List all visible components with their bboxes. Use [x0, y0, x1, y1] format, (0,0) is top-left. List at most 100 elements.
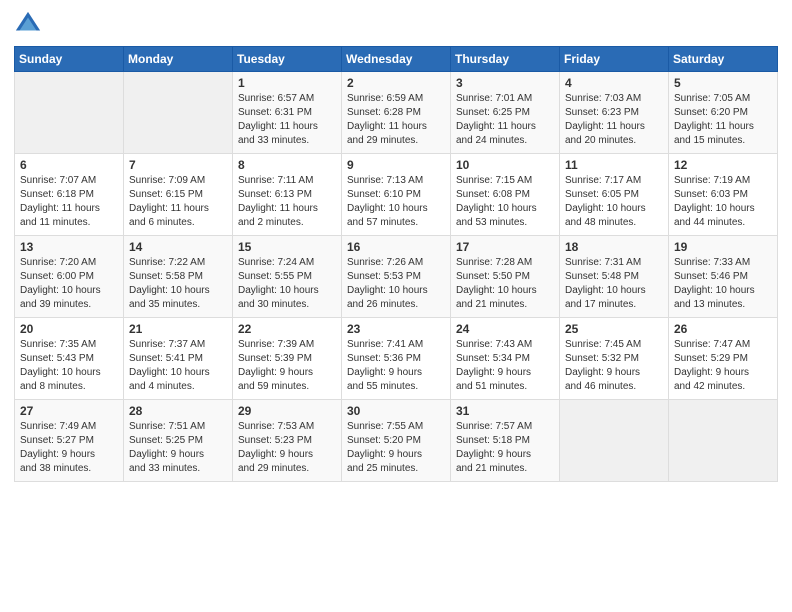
day-number: 25: [565, 322, 663, 336]
day-info: Sunrise: 7:09 AM Sunset: 6:15 PM Dayligh…: [129, 174, 227, 230]
day-number: 26: [674, 322, 772, 336]
day-info: Sunrise: 7:57 AM Sunset: 5:18 PM Dayligh…: [456, 420, 554, 476]
day-cell: 31Sunrise: 7:57 AM Sunset: 5:18 PM Dayli…: [451, 400, 560, 482]
day-cell: 4Sunrise: 7:03 AM Sunset: 6:23 PM Daylig…: [560, 72, 669, 154]
week-row-1: 6 Sunrise: 7:07 AM Sunset: 6:18 PM Daylig…: [15, 154, 778, 236]
day-cell: 8 Sunrise: 7:11 AM Sunset: 6:13 PM Daylig…: [233, 154, 342, 236]
day-cell: 28 Sunrise: 7:51 AM Sunset: 5:25 PM Dayli…: [124, 400, 233, 482]
day-number: 2: [347, 76, 445, 90]
header: [14, 10, 778, 38]
day-cell: 18 Sunrise: 7:31 AM Sunset: 5:48 PM Dayli…: [560, 236, 669, 318]
day-number: 7: [129, 158, 227, 172]
day-cell: [560, 400, 669, 482]
day-cell: 25Sunrise: 7:45 AM Sunset: 5:32 PM Dayli…: [560, 318, 669, 400]
day-number: 22: [238, 322, 336, 336]
logo: [14, 10, 46, 38]
day-number: 3: [456, 76, 554, 90]
day-info: Sunrise: 7:37 AM Sunset: 5:41 PM Dayligh…: [129, 338, 227, 394]
day-info: Sunrise: 7:19 AM Sunset: 6:03 PM Dayligh…: [674, 174, 772, 230]
header-tuesday: Tuesday: [233, 47, 342, 72]
day-cell: 15 Sunrise: 7:24 AM Sunset: 5:55 PM Dayli…: [233, 236, 342, 318]
day-info: Sunrise: 7:43 AM Sunset: 5:34 PM Dayligh…: [456, 338, 554, 394]
day-number: 10: [456, 158, 554, 172]
day-cell: 16 Sunrise: 7:26 AM Sunset: 5:53 PM Dayli…: [342, 236, 451, 318]
day-cell: 5Sunrise: 7:05 AM Sunset: 6:20 PM Daylig…: [669, 72, 778, 154]
day-number: 29: [238, 404, 336, 418]
header-sunday: Sunday: [15, 47, 124, 72]
day-number: 19: [674, 240, 772, 254]
day-info: Sunrise: 7:22 AM Sunset: 5:58 PM Dayligh…: [129, 256, 227, 312]
day-number: 11: [565, 158, 663, 172]
day-info: Sunrise: 7:49 AM Sunset: 5:27 PM Dayligh…: [20, 420, 118, 476]
day-number: 12: [674, 158, 772, 172]
week-row-3: 20 Sunrise: 7:35 AM Sunset: 5:43 PM Dayli…: [15, 318, 778, 400]
day-cell: 14 Sunrise: 7:22 AM Sunset: 5:58 PM Dayli…: [124, 236, 233, 318]
day-number: 17: [456, 240, 554, 254]
day-number: 20: [20, 322, 118, 336]
day-cell: 22 Sunrise: 7:39 AM Sunset: 5:39 PM Dayli…: [233, 318, 342, 400]
day-cell: 1Sunrise: 6:57 AM Sunset: 6:31 PM Daylig…: [233, 72, 342, 154]
day-cell: 30 Sunrise: 7:55 AM Sunset: 5:20 PM Dayli…: [342, 400, 451, 482]
day-info: Sunrise: 6:59 AM Sunset: 6:28 PM Dayligh…: [347, 92, 445, 148]
day-number: 21: [129, 322, 227, 336]
day-info: Sunrise: 7:41 AM Sunset: 5:36 PM Dayligh…: [347, 338, 445, 394]
week-row-2: 13 Sunrise: 7:20 AM Sunset: 6:00 PM Dayli…: [15, 236, 778, 318]
day-info: Sunrise: 7:33 AM Sunset: 5:46 PM Dayligh…: [674, 256, 772, 312]
day-cell: 27 Sunrise: 7:49 AM Sunset: 5:27 PM Dayli…: [15, 400, 124, 482]
day-number: 8: [238, 158, 336, 172]
day-cell: 17 Sunrise: 7:28 AM Sunset: 5:50 PM Dayli…: [451, 236, 560, 318]
day-info: Sunrise: 7:07 AM Sunset: 6:18 PM Dayligh…: [20, 174, 118, 230]
day-cell: [669, 400, 778, 482]
day-cell: 24 Sunrise: 7:43 AM Sunset: 5:34 PM Dayli…: [451, 318, 560, 400]
calendar-table: SundayMondayTuesdayWednesdayThursdayFrid…: [14, 46, 778, 482]
day-info: Sunrise: 7:24 AM Sunset: 5:55 PM Dayligh…: [238, 256, 336, 312]
day-cell: 6 Sunrise: 7:07 AM Sunset: 6:18 PM Daylig…: [15, 154, 124, 236]
day-info: Sunrise: 7:35 AM Sunset: 5:43 PM Dayligh…: [20, 338, 118, 394]
day-info: Sunrise: 7:55 AM Sunset: 5:20 PM Dayligh…: [347, 420, 445, 476]
day-cell: 23Sunrise: 7:41 AM Sunset: 5:36 PM Dayli…: [342, 318, 451, 400]
day-info: Sunrise: 7:05 AM Sunset: 6:20 PM Dayligh…: [674, 92, 772, 148]
logo-icon: [14, 10, 42, 38]
day-info: Sunrise: 7:01 AM Sunset: 6:25 PM Dayligh…: [456, 92, 554, 148]
day-cell: [15, 72, 124, 154]
day-info: Sunrise: 7:17 AM Sunset: 6:05 PM Dayligh…: [565, 174, 663, 230]
day-number: 28: [129, 404, 227, 418]
day-cell: 21 Sunrise: 7:37 AM Sunset: 5:41 PM Dayli…: [124, 318, 233, 400]
day-cell: 2 Sunrise: 6:59 AM Sunset: 6:28 PM Daylig…: [342, 72, 451, 154]
day-cell: [124, 72, 233, 154]
day-info: Sunrise: 7:13 AM Sunset: 6:10 PM Dayligh…: [347, 174, 445, 230]
day-number: 27: [20, 404, 118, 418]
day-number: 14: [129, 240, 227, 254]
day-cell: 12 Sunrise: 7:19 AM Sunset: 6:03 PM Dayli…: [669, 154, 778, 236]
day-cell: 13 Sunrise: 7:20 AM Sunset: 6:00 PM Dayli…: [15, 236, 124, 318]
day-cell: 26 Sunrise: 7:47 AM Sunset: 5:29 PM Dayli…: [669, 318, 778, 400]
day-cell: 9Sunrise: 7:13 AM Sunset: 6:10 PM Daylig…: [342, 154, 451, 236]
day-number: 13: [20, 240, 118, 254]
day-info: Sunrise: 7:31 AM Sunset: 5:48 PM Dayligh…: [565, 256, 663, 312]
day-cell: 7 Sunrise: 7:09 AM Sunset: 6:15 PM Daylig…: [124, 154, 233, 236]
day-info: Sunrise: 7:39 AM Sunset: 5:39 PM Dayligh…: [238, 338, 336, 394]
calendar-header-row: SundayMondayTuesdayWednesdayThursdayFrid…: [15, 47, 778, 72]
day-info: Sunrise: 7:53 AM Sunset: 5:23 PM Dayligh…: [238, 420, 336, 476]
header-wednesday: Wednesday: [342, 47, 451, 72]
day-cell: 19 Sunrise: 7:33 AM Sunset: 5:46 PM Dayli…: [669, 236, 778, 318]
day-number: 15: [238, 240, 336, 254]
week-row-0: 1Sunrise: 6:57 AM Sunset: 6:31 PM Daylig…: [15, 72, 778, 154]
day-info: Sunrise: 7:15 AM Sunset: 6:08 PM Dayligh…: [456, 174, 554, 230]
day-info: Sunrise: 7:26 AM Sunset: 5:53 PM Dayligh…: [347, 256, 445, 312]
day-cell: 3 Sunrise: 7:01 AM Sunset: 6:25 PM Daylig…: [451, 72, 560, 154]
day-info: Sunrise: 7:03 AM Sunset: 6:23 PM Dayligh…: [565, 92, 663, 148]
day-number: 18: [565, 240, 663, 254]
day-info: Sunrise: 7:11 AM Sunset: 6:13 PM Dayligh…: [238, 174, 336, 230]
header-friday: Friday: [560, 47, 669, 72]
day-info: Sunrise: 7:47 AM Sunset: 5:29 PM Dayligh…: [674, 338, 772, 394]
day-number: 16: [347, 240, 445, 254]
day-number: 30: [347, 404, 445, 418]
day-number: 6: [20, 158, 118, 172]
day-info: Sunrise: 7:51 AM Sunset: 5:25 PM Dayligh…: [129, 420, 227, 476]
day-number: 24: [456, 322, 554, 336]
day-info: Sunrise: 7:28 AM Sunset: 5:50 PM Dayligh…: [456, 256, 554, 312]
day-info: Sunrise: 6:57 AM Sunset: 6:31 PM Dayligh…: [238, 92, 336, 148]
day-info: Sunrise: 7:20 AM Sunset: 6:00 PM Dayligh…: [20, 256, 118, 312]
day-cell: 11 Sunrise: 7:17 AM Sunset: 6:05 PM Dayli…: [560, 154, 669, 236]
